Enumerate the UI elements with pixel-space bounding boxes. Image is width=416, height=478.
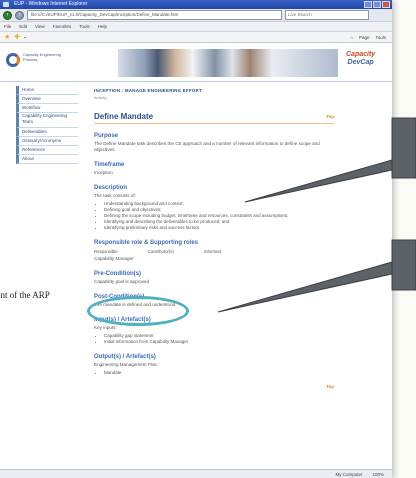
roles-col-contributors: Contributor(s) — [147, 249, 174, 254]
sidebar-item-references[interactable]: References — [16, 146, 78, 155]
address-row: ‹ › file:///C:/EUP/EUP_v1.0/Capacity_Dev… — [0, 9, 392, 22]
tools-menu[interactable]: Tools — [375, 35, 386, 40]
callout-bubble-top — [391, 117, 416, 179]
precondition-highlight-oval — [87, 296, 189, 326]
list-item: Initial information from Capability Mana… — [104, 339, 334, 345]
preconditions-text: Capability goal is approved — [94, 279, 150, 284]
zoom-level[interactable]: 100% — [372, 472, 384, 477]
bottom-top-link[interactable]: Top — [94, 384, 334, 389]
list-item: Mandate — [104, 370, 334, 376]
sidebar-item-overview[interactable]: Overview — [16, 95, 78, 104]
page-title-row: Define Mandate Top — [94, 112, 334, 124]
brand-line1: Capacity — [346, 51, 376, 58]
roles-heading: Responsible role & Supporting roles — [94, 240, 199, 246]
menu-tools[interactable]: Tools — [79, 22, 90, 31]
roles-col-responsible: Responsible — [94, 249, 118, 254]
page-title: Define Mandate — [94, 112, 154, 121]
page-menu[interactable]: Page — [359, 35, 370, 40]
sidebar-item-deliverables[interactable]: Deliverables — [16, 128, 78, 137]
sidebar-item-glossary[interactable]: Glossary/Acronyms — [16, 137, 78, 146]
roles-col-informed: Informed — [203, 249, 221, 254]
main-content: INCEPTION : MANAGE ENGINEERING EFFORT Ac… — [94, 88, 334, 389]
site-banner: Capacity Engineering Process Capacity De… — [0, 43, 392, 82]
top-link[interactable]: Top — [326, 114, 334, 119]
browser-icon — [3, 2, 9, 7]
favorites-star-icon[interactable]: ★ — [4, 33, 10, 41]
description-list: Understanding background and context; De… — [104, 201, 334, 231]
status-bar: My Computer 100% — [0, 469, 392, 478]
logo-text: Capacity Engineering Process — [23, 52, 62, 62]
search-input[interactable]: Live Search — [285, 10, 369, 20]
logo-swirl-icon — [6, 53, 20, 67]
menu-favorites[interactable]: Favorites — [53, 22, 72, 31]
background-caption: ont of the ARP — [0, 290, 50, 300]
favorites-toolbar: ★ ✚ ▪ ⌂ Page Tools — [0, 32, 392, 43]
breadcrumb[interactable]: INCEPTION : MANAGE ENGINEERING EFFORT — [94, 88, 334, 93]
menu-file[interactable]: File — [4, 22, 11, 31]
title-bar: EUP - Windows Internet Explorer — [0, 0, 392, 9]
description-intro: The task consists of: — [94, 193, 136, 198]
roles-value: Capability Manager — [94, 256, 134, 261]
purpose-heading: Purpose — [94, 133, 119, 139]
back-button[interactable]: ‹ — [3, 10, 12, 20]
list-item: Identifying preliminary risks and succes… — [104, 225, 334, 231]
home-icon[interactable]: ⌂ — [350, 35, 353, 40]
sidebar-item-ce-team[interactable]: Capability Engineering Team — [16, 113, 78, 128]
capacity-devcap-logo: Capacity DevCap — [346, 51, 375, 67]
status-zone: My Computer — [335, 471, 363, 477]
maximize-button[interactable] — [373, 1, 381, 8]
window-controls — [364, 1, 390, 8]
timeframe-heading: Timeframe — [94, 162, 125, 168]
inputs-intro: Key inputs: — [94, 325, 117, 330]
add-favorite-icon[interactable]: ✚ — [14, 33, 20, 41]
brand-line2: DevCap — [347, 59, 374, 66]
sidebar-item-home[interactable]: Home — [16, 86, 78, 95]
forward-button[interactable]: › — [15, 10, 24, 20]
toolbar-right: ⌂ Page Tools — [350, 35, 392, 40]
inputs-list: Capability gap statement Initial informa… — [104, 333, 334, 345]
description-heading: Description — [94, 185, 128, 191]
roles-header-row: Responsible Contributor(s) Informed — [94, 249, 334, 254]
page-tab[interactable]: ▪ — [24, 35, 26, 40]
browser-window: EUP - Windows Internet Explorer ‹ › file… — [0, 0, 392, 478]
timeframe-text: Inception — [94, 170, 113, 175]
sidebar-nav: Home Overview Workflow Capability Engine… — [16, 86, 78, 164]
preconditions-heading: Pre-Condition(s) — [94, 271, 141, 277]
breadcrumb-sub: Activity — [94, 95, 107, 100]
close-button[interactable] — [382, 1, 390, 8]
callout-bubble-mid — [391, 239, 416, 291]
purpose-text: The Define Mandate task describes the CE… — [94, 141, 320, 152]
outputs-intro: Engineering Management Plan — [94, 362, 158, 367]
sidebar-item-workflow[interactable]: Workflow — [16, 104, 78, 113]
window-title: EUP - Windows Internet Explorer — [14, 1, 88, 7]
banner-photo-strip — [118, 49, 338, 77]
menu-bar: File Edit View Favorites Tools Help — [0, 22, 392, 32]
sidebar-item-about[interactable]: About — [16, 155, 78, 164]
menu-edit[interactable]: Edit — [19, 22, 27, 31]
site-logo[interactable]: Capacity Engineering Process — [6, 51, 61, 73]
menu-help[interactable]: Help — [98, 22, 107, 31]
menu-view[interactable]: View — [35, 22, 45, 31]
outputs-heading: Output(s) / Artefact(s) — [94, 354, 156, 360]
address-bar[interactable]: file:///C:/EUP/EUP_v1.0/Capacity_DevCap/… — [27, 10, 282, 20]
outputs-list: Mandate — [104, 370, 334, 376]
minimize-button[interactable] — [364, 1, 372, 8]
